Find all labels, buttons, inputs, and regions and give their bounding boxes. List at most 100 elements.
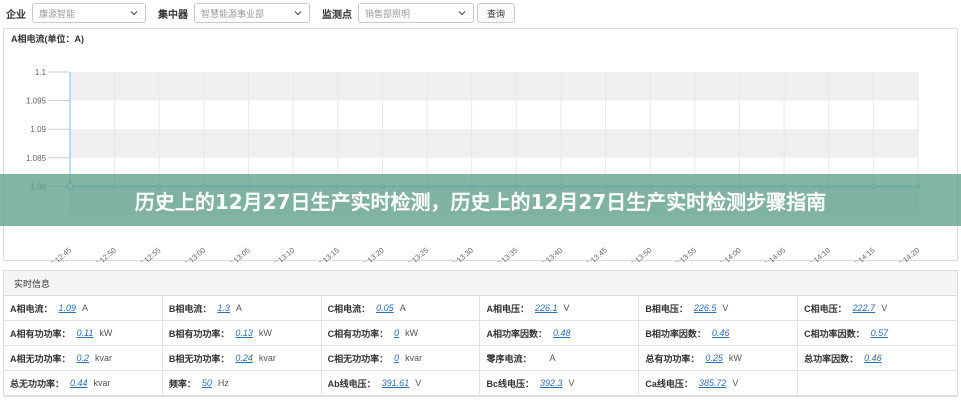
realtime-unit: kvar bbox=[93, 378, 111, 388]
realtime-value: 385.72 bbox=[698, 378, 727, 388]
monitor-point-label: 监测点 bbox=[322, 9, 352, 21]
banner-title: 历史上的12月27日生产实时检测，历史上的12月27日生产实时检测步骤指南 bbox=[134, 189, 827, 214]
query-button[interactable]: 查询 bbox=[477, 3, 516, 23]
realtime-value: 226.1 bbox=[534, 303, 558, 313]
realtime-label: A相有功功率： bbox=[10, 328, 71, 339]
realtime-cell: B相有功功率： 0.13 kW bbox=[162, 321, 322, 346]
x-tick-label: 09:12:45 bbox=[45, 246, 73, 262]
grid-band bbox=[70, 129, 918, 158]
realtime-cell: A相功率因数： 0.48 bbox=[480, 321, 640, 346]
realtime-unit: V bbox=[563, 303, 570, 313]
realtime-value: 0.2 bbox=[76, 353, 90, 363]
concentrator-select[interactable]: 智慧能源事业部 bbox=[194, 3, 310, 23]
realtime-info-panel: 实时信息 A相电流： 1.09 A B相电流： 1.3 A C相电流： 0.05 A A相电压： 2… bbox=[3, 270, 958, 397]
enterprise-select-value: 康源智能 bbox=[39, 8, 76, 19]
realtime-label: 频率： bbox=[168, 378, 196, 389]
monitor-point-select[interactable]: 销售部照明 bbox=[358, 3, 474, 23]
realtime-cell: B相电压： 226.5 V bbox=[639, 296, 799, 321]
realtime-unit: kW bbox=[728, 353, 742, 363]
realtime-label: B相无功功率： bbox=[168, 353, 230, 364]
realtime-label: A相电流： bbox=[10, 303, 53, 314]
x-tick-label: 09:13:55 bbox=[670, 246, 698, 262]
x-tick-label: 09:13:30 bbox=[447, 246, 475, 262]
y-tick-label: 1.085 bbox=[26, 154, 47, 163]
a-phase-current-chart: 1.11.0951.091.0851.0809:12:4509:12:5009:… bbox=[26, 68, 921, 262]
realtime-label: 总有功功率： bbox=[645, 353, 700, 364]
realtime-label: Ab线电压： bbox=[327, 378, 376, 389]
y-tick-label: 1.095 bbox=[26, 97, 47, 106]
realtime-label: A相无功功率： bbox=[10, 353, 71, 364]
chevron-down-icon bbox=[294, 11, 302, 16]
realtime-value: 0.44 bbox=[70, 378, 88, 388]
realtime-unit: kvar bbox=[258, 353, 276, 363]
realtime-unit: V bbox=[415, 378, 422, 388]
realtime-cell: A相电流： 1.09 A bbox=[4, 296, 163, 321]
realtime-label: C相电压： bbox=[804, 303, 847, 314]
realtime-value: 1.3 bbox=[217, 303, 230, 313]
realtime-cell: 总功率因数： 0.46 bbox=[798, 346, 957, 371]
realtime-label: B相电压： bbox=[645, 303, 688, 314]
realtime-cell: A相有功功率： 0.11 kW bbox=[4, 321, 163, 346]
realtime-info-grid: A相电流： 1.09 A B相电流： 1.3 A C相电流： 0.05 A A相电压： 226.1 V… bbox=[4, 296, 957, 396]
realtime-unit: A bbox=[235, 303, 242, 313]
realtime-label: B相电流： bbox=[168, 303, 212, 314]
x-tick-label: 09:12:55 bbox=[134, 246, 162, 262]
realtime-cell: 总无功功率： 0.44 kvar bbox=[4, 371, 163, 396]
realtime-label: Bc线电压： bbox=[486, 378, 534, 389]
realtime-value: 0.48 bbox=[552, 328, 571, 338]
realtime-value: 0.13 bbox=[235, 328, 253, 338]
realtime-cell: A相电压： 226.1 V bbox=[480, 296, 640, 321]
realtime-value: 391.61 bbox=[381, 378, 410, 388]
x-tick-label: 09:13:15 bbox=[313, 246, 341, 262]
realtime-label: C相有功功率： bbox=[327, 328, 389, 339]
enterprise-select[interactable]: 康源智能 bbox=[32, 3, 146, 23]
concentrator-label: 集中器 bbox=[158, 9, 188, 21]
realtime-unit: V bbox=[881, 303, 888, 313]
realtime-label: B相功率因数： bbox=[645, 328, 706, 339]
realtime-label: C相功率因数： bbox=[804, 328, 865, 339]
realtime-value: 392.3 bbox=[540, 378, 563, 388]
realtime-value: 1.09 bbox=[58, 303, 77, 313]
concentrator-select-value: 智慧能源事业部 bbox=[201, 8, 265, 19]
realtime-unit: V bbox=[732, 378, 739, 388]
realtime-unit: kW bbox=[258, 328, 272, 338]
realtime-value: 0.46 bbox=[711, 328, 730, 338]
realtime-cell bbox=[798, 371, 957, 396]
realtime-cell: C相功率因数： 0.57 bbox=[798, 321, 957, 346]
realtime-label: 总功率因数： bbox=[804, 353, 859, 364]
realtime-label: 零序电流： bbox=[486, 353, 532, 364]
realtime-value: 0 bbox=[394, 353, 400, 363]
realtime-cell: C相无功功率： 0 kvar bbox=[321, 346, 481, 371]
realtime-cell: 频率： 50 Hz bbox=[162, 371, 322, 396]
realtime-cell: 零序电流： A bbox=[480, 346, 640, 371]
realtime-unit: Hz bbox=[217, 378, 229, 388]
realtime-cell: Ab线电压： 391.61 V bbox=[321, 371, 481, 396]
x-tick-label: 09:14:00 bbox=[715, 246, 743, 262]
realtime-cell: B相无功功率： 0.24 kvar bbox=[162, 346, 322, 371]
realtime-unit: kW bbox=[99, 328, 113, 338]
x-tick-label: 09:13:25 bbox=[402, 246, 430, 262]
x-tick-label: 09:13:00 bbox=[179, 246, 207, 262]
realtime-unit: A bbox=[399, 303, 406, 313]
realtime-cell: A相无功功率： 0.2 kvar bbox=[4, 346, 163, 371]
x-tick-label: 09:14:20 bbox=[893, 246, 921, 262]
realtime-cell: 总有功功率： 0.25 kW bbox=[639, 346, 799, 371]
realtime-cell: C相有功功率： 0 kW bbox=[321, 321, 481, 346]
realtime-unit: V bbox=[568, 378, 575, 388]
realtime-unit: A bbox=[82, 303, 89, 313]
realtime-unit: kW bbox=[405, 328, 419, 338]
realtime-value: 0.24 bbox=[235, 353, 253, 363]
realtime-unit: kvar bbox=[405, 353, 423, 363]
x-tick-label: 09:13:05 bbox=[224, 246, 252, 262]
realtime-value: 0.57 bbox=[870, 328, 889, 338]
realtime-label: A相电压： bbox=[486, 303, 529, 314]
realtime-value: 222.7 bbox=[852, 303, 876, 313]
realtime-value: 0.46 bbox=[864, 353, 882, 363]
chevron-down-icon bbox=[130, 11, 138, 16]
realtime-unit: kvar bbox=[95, 353, 113, 363]
chart-panel: A相电流(单位：A) 1.11.0951.091.0851.0809:12:45… bbox=[3, 28, 958, 262]
realtime-cell: Ca线电压： 385.72 V bbox=[639, 371, 799, 396]
realtime-value: 0.05 bbox=[376, 303, 394, 313]
realtime-value: 50 bbox=[201, 378, 212, 388]
y-tick-label: 1.09 bbox=[30, 125, 46, 134]
